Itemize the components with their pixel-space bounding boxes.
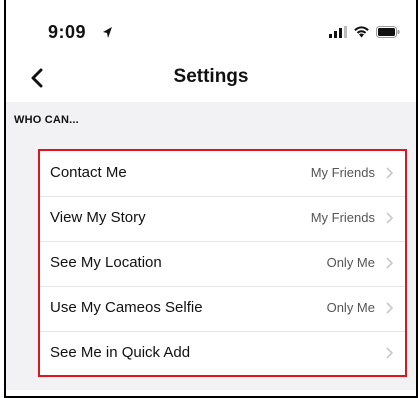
setting-row-label: See My Location	[50, 254, 162, 271]
setting-row-view-my-story[interactable]: View My Story My Friends	[40, 196, 405, 242]
chevron-right-icon	[386, 302, 393, 314]
location-arrow-icon	[103, 27, 112, 38]
wifi-icon	[354, 26, 369, 38]
setting-row-value: My Friends	[310, 165, 375, 180]
setting-row-value: Only Me	[326, 300, 375, 315]
setting-row-label: Use My Cameos Selfie	[50, 299, 203, 316]
privacy-settings-list: Contact Me My Friends View My Story My F…	[6, 138, 416, 390]
setting-row-see-me-in-quick-add[interactable]: See Me in Quick Add	[40, 331, 405, 376]
setting-row-use-my-cameos-selfie[interactable]: Use My Cameos Selfie Only Me	[40, 286, 405, 332]
highlight-box: Contact Me My Friends View My Story My F…	[38, 149, 407, 377]
setting-row-contact-me[interactable]: Contact Me My Friends	[40, 151, 405, 197]
setting-row-value: Only Me	[326, 255, 375, 270]
section-header-label: WHO CAN...	[14, 114, 79, 126]
setting-row-see-my-location[interactable]: See My Location Only Me	[40, 241, 405, 287]
status-icons	[329, 26, 400, 38]
chevron-right-icon	[386, 257, 393, 269]
page-title: Settings	[173, 66, 249, 87]
phone-screen: 9:09 Settings WHO CAN... Contact Me My F…	[4, 0, 418, 398]
setting-row-value: My Friends	[310, 210, 375, 225]
setting-row-label: Contact Me	[50, 164, 127, 181]
cellular-signal-icon	[329, 26, 347, 38]
setting-row-label: View My Story	[50, 209, 146, 226]
status-time: 9:09	[48, 22, 87, 42]
status-bar: 9:09	[6, 0, 416, 54]
chevron-right-icon	[386, 347, 393, 359]
navigation-bar: Settings	[6, 54, 416, 102]
section-header: WHO CAN...	[6, 102, 416, 138]
battery-icon	[376, 26, 400, 38]
chevron-right-icon	[386, 212, 393, 224]
chevron-right-icon	[386, 167, 393, 179]
setting-row-label: See Me in Quick Add	[50, 344, 191, 361]
